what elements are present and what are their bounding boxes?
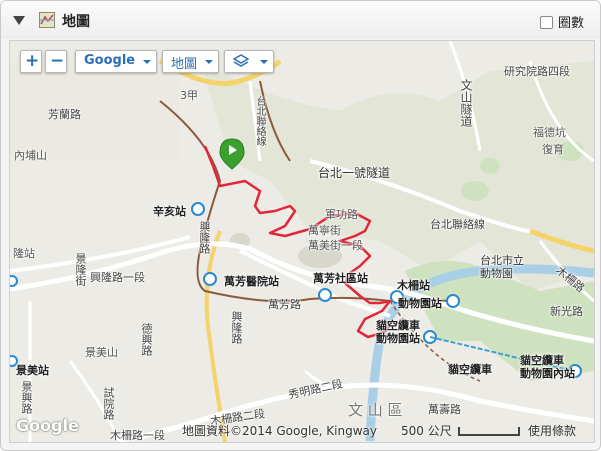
- label-xinhai-station: 辛亥站: [153, 205, 186, 218]
- label-wanfang-rd: 萬芳路: [268, 298, 301, 311]
- label-taipei-no1-tunnel: 台北一號隧道: [318, 166, 391, 180]
- map-panel: 地圖 圈數 芳蘭路 內埔山 3甲 台北聯絡線 台北一號隧道 文山隧道 研究院路四…: [0, 0, 601, 451]
- label-wenshan-district: 文 山 區: [348, 401, 403, 419]
- label-taipei-link-2: 台北聯絡線: [430, 218, 485, 231]
- collapse-toggle-icon[interactable]: [13, 16, 25, 25]
- label-3jia: 3甲: [180, 89, 198, 102]
- label-maokong-zoo-inner-station: 貓空纜車 動物園內站: [520, 354, 575, 380]
- label-wanfang-community-station: 萬芳社區站: [313, 272, 368, 285]
- scale-bar: [458, 427, 520, 436]
- label-shiyuan-rd: 試院路: [102, 387, 115, 420]
- label-neipu-shan: 內埔山: [14, 149, 47, 162]
- label-xinglong-rd-vert: 興隆路: [198, 221, 211, 254]
- laps-checkbox[interactable]: [540, 16, 553, 29]
- label-jingxing-rd: 景興路: [20, 381, 33, 414]
- label-maokong-gondola: 貓空纜車: [448, 363, 492, 376]
- label-research-rd: 研究院路四段: [504, 65, 570, 78]
- layers-icon: [233, 54, 249, 67]
- label-jingmei-station: 景美站: [16, 364, 49, 377]
- label-jinglong-station: 隆站: [13, 247, 35, 260]
- label-wanmei-st: 萬美街一段: [308, 239, 363, 252]
- label-jungong-rd: 軍功路: [325, 208, 358, 221]
- scale-text: 500 公尺: [401, 424, 452, 438]
- label-zoo-station: 動物園站: [398, 297, 442, 310]
- label-wanfang-hospital-station: 萬芳醫院站: [224, 275, 279, 288]
- provider-select[interactable]: Google: [75, 50, 157, 73]
- label-jingmei-shan: 景美山: [85, 346, 118, 359]
- zoom-in-button[interactable]: +: [20, 50, 42, 73]
- label-xinglong-rd-vert-2: 興隆路: [230, 311, 243, 344]
- terms-link[interactable]: 使用條款: [528, 422, 576, 439]
- panel-title: 地圖: [62, 14, 90, 30]
- label-xinglong-rd-1: 興隆路一段: [90, 271, 145, 284]
- zoom-out-button[interactable]: −: [45, 50, 67, 73]
- map-viewport[interactable]: 芳蘭路 內埔山 3甲 台北聯絡線 台北一號隧道 文山隧道 研究院路四段 福德坑 …: [9, 40, 595, 443]
- label-taipei-link-1: 台北聯絡線: [254, 96, 265, 146]
- label-wanning-st: 萬寧街: [308, 224, 341, 237]
- label-taipei-zoo: 台北市立 動物園: [480, 254, 524, 280]
- label-fanglan-rd: 芳蘭路: [48, 108, 81, 121]
- label-xinguang-rd: 新光路: [550, 305, 583, 318]
- google-logo: Google: [16, 416, 79, 435]
- label-fude-keng: 福德坑: [533, 126, 566, 139]
- label-muzha-station: 木柵站: [397, 279, 430, 292]
- label-muzha-rd-1: 木柵路一段: [110, 429, 165, 442]
- layers-button[interactable]: [224, 50, 274, 73]
- label-maokong-zoo-station: 貓空纜車 動物園站: [376, 319, 420, 345]
- label-wanshou-rd: 萬壽路: [428, 403, 461, 416]
- label-jinglong-st: 景隆街: [74, 253, 87, 286]
- panel-header: 地圖 圈數: [1, 1, 600, 39]
- label-fuyu: 復育: [542, 143, 564, 156]
- label-wenshan-tunnel: 文山隧道: [459, 79, 473, 127]
- map-icon: [39, 12, 55, 28]
- laps-checkbox-label[interactable]: 圈數: [558, 12, 584, 31]
- label-dehui-rd: 德興路: [140, 323, 153, 356]
- map-type-select[interactable]: 地圖: [162, 50, 219, 73]
- map-attribution: 地圖資料©2014 Google, Kingway: [182, 424, 377, 438]
- map-canvas[interactable]: [10, 41, 594, 442]
